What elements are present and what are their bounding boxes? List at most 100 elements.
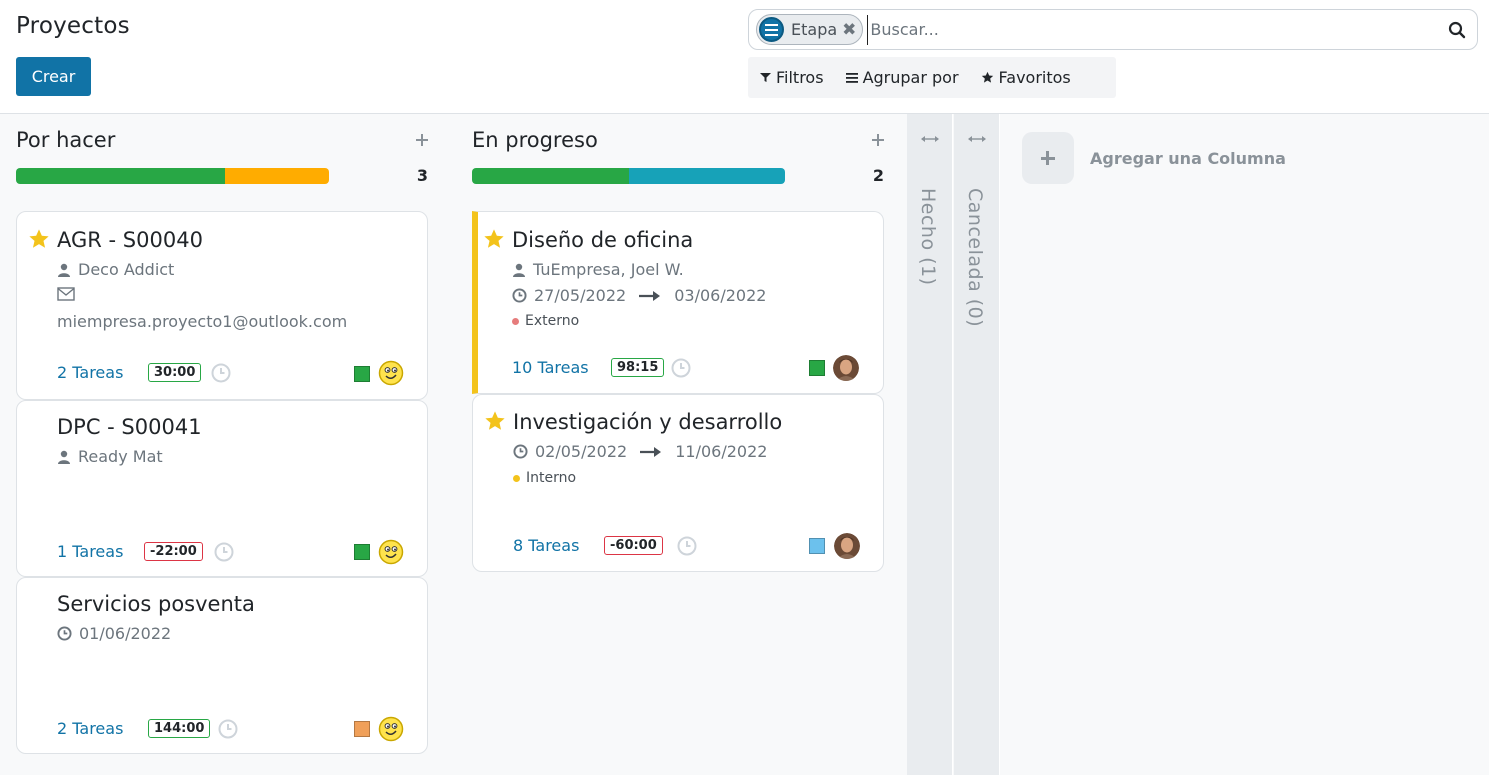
project-card[interactable]: AGR - S00040 Deco Addict miempresa.proye…: [16, 211, 428, 400]
clock-icon: [513, 444, 528, 459]
page-title: Proyectos: [16, 13, 130, 39]
quick-create-icon[interactable]: [412, 130, 432, 150]
customer-name: Deco Addict: [78, 260, 175, 279]
date-range-row: 27/05/2022 03/06/2022: [512, 286, 766, 305]
column-progress-bar[interactable]: [16, 168, 329, 184]
customer-name: TuEmpresa, Joel W.: [533, 260, 684, 279]
user-icon: [58, 263, 70, 277]
facet-remove-icon[interactable]: ✖: [842, 20, 856, 40]
customer-name: Ready Mat: [78, 447, 163, 466]
project-title: Servicios posventa: [57, 592, 255, 616]
star-icon[interactable]: [484, 410, 506, 432]
clock-icon: [57, 626, 72, 641]
envelope-icon: [57, 287, 75, 301]
allocated-hours-badge: 98:15: [611, 358, 665, 377]
email-text: miempresa.proyecto1@outlook.com: [57, 312, 348, 331]
status-orange[interactable]: [354, 721, 370, 737]
control-panel: Proyectos Crear Etapa ✖ Filtros Agrupar …: [0, 0, 1489, 114]
status-green[interactable]: [809, 360, 825, 376]
search-input[interactable]: [867, 14, 1441, 45]
project-card[interactable]: Diseño de oficina TuEmpresa, Joel W. 27/…: [472, 211, 884, 394]
project-tag: Interno: [513, 470, 576, 486]
tasks-link[interactable]: 2 Tareas: [57, 719, 123, 738]
tasks-link[interactable]: 1 Tareas: [57, 542, 123, 561]
clock-icon[interactable]: [218, 719, 238, 739]
expand-arrows-icon[interactable]: [920, 134, 940, 144]
start-date: 27/05/2022: [534, 286, 627, 305]
clock-icon[interactable]: [677, 536, 697, 556]
filters-label: Filtros: [776, 68, 824, 87]
folded-column-title: Cancelada (0): [964, 188, 986, 328]
favorites-label: Favoritos: [998, 68, 1071, 87]
email-address: miempresa.proyecto1@outlook.com: [57, 312, 347, 331]
arrow-right-icon: [640, 446, 662, 457]
column-count: 2: [872, 166, 884, 185]
folded-column-hecho[interactable]: Hecho (1): [907, 114, 953, 775]
bars-icon: [845, 72, 858, 83]
smiley-avatar-icon[interactable]: [378, 360, 404, 386]
status-green[interactable]: [354, 366, 370, 382]
smiley-avatar-icon[interactable]: [378, 539, 404, 565]
filter-icon: [760, 73, 771, 82]
progress-segment[interactable]: [472, 168, 629, 184]
customer-row: Deco Addict: [57, 260, 174, 279]
tag-dot: [513, 474, 520, 482]
smiley-avatar-icon[interactable]: [378, 716, 404, 742]
deadline-date: 01/06/2022: [79, 624, 172, 643]
progress-segment[interactable]: [628, 168, 785, 184]
email-row: [57, 287, 75, 301]
search-facet: Etapa ✖: [756, 14, 864, 45]
add-column-button[interactable]: Agregar una Columna: [1022, 132, 1286, 184]
end-date: 11/06/2022: [675, 442, 768, 461]
quick-create-icon[interactable]: [868, 130, 888, 150]
star-icon: [981, 71, 993, 83]
group-by-label: Agrupar por: [862, 68, 959, 87]
plus-icon[interactable]: [1022, 132, 1074, 184]
tasks-link[interactable]: 10 Tareas: [512, 358, 589, 377]
tag-dot: [512, 317, 519, 325]
kanban-board: Por hacer 3 AGR - S00040 Deco Addict mie…: [0, 114, 1489, 775]
project-tag: Externo: [512, 313, 579, 329]
folded-column-title: Hecho (1): [917, 188, 939, 286]
column-count: 3: [416, 166, 428, 185]
star-icon[interactable]: [483, 228, 505, 250]
status-blue[interactable]: [809, 538, 825, 554]
kanban-column-por-hacer: Por hacer 3 AGR - S00040 Deco Addict mie…: [0, 114, 456, 775]
clock-icon[interactable]: [671, 358, 691, 378]
customer-row: Ready Mat: [57, 447, 163, 466]
add-column-label: Agregar una Columna: [1090, 148, 1286, 168]
expand-arrows-icon[interactable]: [967, 134, 987, 144]
project-title: DPC - S00041: [57, 415, 202, 439]
folded-column-cancelada[interactable]: Cancelada (0): [954, 114, 1000, 775]
allocated-hours-badge: -22:00: [144, 542, 203, 561]
arrow-right-icon: [639, 290, 661, 301]
project-title: Diseño de oficina: [512, 228, 694, 252]
project-card[interactable]: DPC - S00041 Ready Mat 1 Tareas -22:00: [16, 400, 428, 577]
filters-button[interactable]: Filtros: [760, 68, 824, 87]
progress-segment[interactable]: [16, 168, 225, 184]
favorites-button[interactable]: Favoritos: [981, 68, 1071, 87]
user-photo-avatar-icon[interactable]: [833, 355, 859, 381]
column-title: Por hacer: [16, 128, 116, 152]
tasks-link[interactable]: 2 Tareas: [57, 363, 123, 382]
progress-segment[interactable]: [224, 168, 329, 184]
project-card[interactable]: Investigación y desarrollo 02/05/2022 11…: [472, 394, 884, 572]
clock-icon[interactable]: [214, 542, 234, 562]
user-photo-avatar-icon[interactable]: [834, 533, 860, 559]
star-icon[interactable]: [28, 228, 50, 250]
group-by-button[interactable]: Agrupar por: [845, 68, 959, 87]
project-card[interactable]: Servicios posventa 01/06/2022 2 Tareas 1…: [16, 577, 428, 754]
date-row: 01/06/2022: [57, 624, 171, 643]
project-title: Investigación y desarrollo: [513, 410, 783, 434]
clock-icon[interactable]: [211, 363, 231, 383]
allocated-hours-badge: 144:00: [148, 719, 211, 738]
user-icon: [58, 450, 70, 464]
customer-row: TuEmpresa, Joel W.: [512, 260, 684, 279]
tasks-link[interactable]: 8 Tareas: [513, 536, 579, 555]
create-button[interactable]: Crear: [16, 57, 91, 96]
column-progress-bar[interactable]: [472, 168, 785, 184]
search-icon[interactable]: [1441, 14, 1473, 46]
search-options: Filtros Agrupar por Favoritos: [748, 57, 1116, 98]
facet-value: Etapa: [791, 20, 838, 39]
status-green[interactable]: [354, 544, 370, 560]
